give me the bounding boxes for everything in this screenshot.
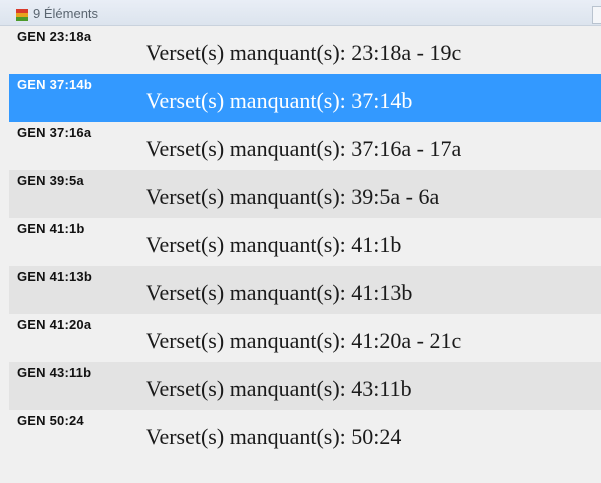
list-row[interactable]: GEN 41:1b Verset(s) manquant(s): 41:1b	[9, 218, 601, 266]
missing-verse-message: Verset(s) manquant(s): 50:24	[146, 424, 402, 449]
missing-verse-message: Verset(s) manquant(s): 41:20a - 21c	[146, 328, 462, 353]
verse-reference: GEN 37:16a	[17, 125, 92, 140]
list-row[interactable]: GEN 37:16a Verset(s) manquant(s): 37:16a…	[9, 122, 601, 170]
missing-verse-message: Verset(s) manquant(s): 41:1b	[146, 232, 402, 257]
missing-verse-message: Verset(s) manquant(s): 43:11b	[146, 376, 412, 401]
missing-verse-message: Verset(s) manquant(s): 37:14b	[146, 88, 413, 113]
verse-reference: GEN 23:18a	[17, 29, 92, 44]
list-row[interactable]: GEN 23:18a Verset(s) manquant(s): 23:18a…	[9, 26, 601, 74]
list-row[interactable]: GEN 50:24 Verset(s) manquant(s): 50:24	[9, 410, 601, 458]
missing-verse-message: Verset(s) manquant(s): 39:5a - 6a	[146, 184, 440, 209]
missing-verse-message: Verset(s) manquant(s): 41:13b	[146, 280, 413, 305]
list-row[interactable]: GEN 41:13b Verset(s) manquant(s): 41:13b	[9, 266, 601, 314]
list-row[interactable]: GEN 39:5a Verset(s) manquant(s): 39:5a -…	[9, 170, 601, 218]
missing-verses-list: GEN 23:18a Verset(s) manquant(s): 23:18a…	[9, 26, 601, 483]
list-row-selected[interactable]: GEN 37:14b Verset(s) manquant(s): 37:14b	[9, 74, 601, 122]
verse-reference: GEN 37:14b	[17, 77, 92, 92]
verse-reference: GEN 43:11b	[17, 365, 92, 380]
list-row[interactable]: GEN 43:11b Verset(s) manquant(s): 43:11b	[9, 362, 601, 410]
item-count-label: 9 Éléments	[33, 6, 99, 21]
verse-reference: GEN 41:13b	[17, 269, 92, 284]
stacked-colored-box-icon	[16, 9, 28, 21]
verse-reference: GEN 50:24	[17, 413, 84, 428]
list-header: 9 Éléments	[0, 0, 601, 26]
verse-reference: GEN 39:5a	[17, 173, 84, 188]
missing-verse-message: Verset(s) manquant(s): 23:18a - 19c	[146, 40, 462, 65]
header-control-edge[interactable]	[592, 6, 601, 24]
verse-reference: GEN 41:1b	[17, 221, 85, 236]
missing-verse-message: Verset(s) manquant(s): 37:16a - 17a	[146, 136, 462, 161]
list-row[interactable]: GEN 41:20a Verset(s) manquant(s): 41:20a…	[9, 314, 601, 362]
verse-reference: GEN 41:20a	[17, 317, 92, 332]
